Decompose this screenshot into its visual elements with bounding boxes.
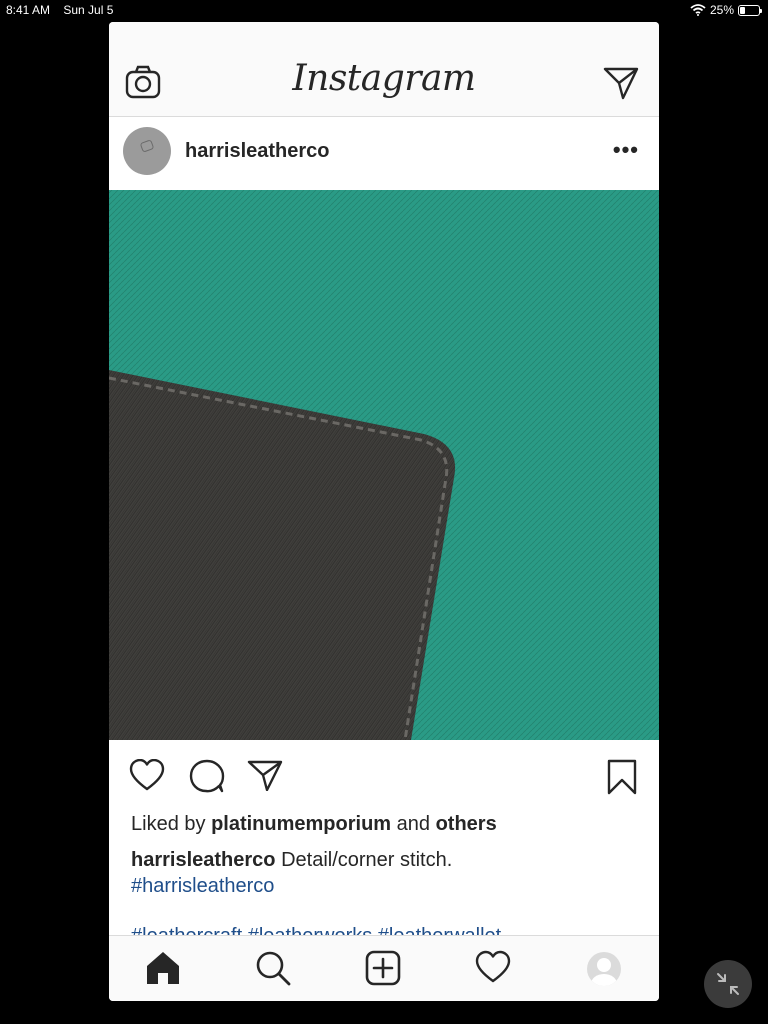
profile-avatar[interactable] — [587, 952, 621, 986]
bookmark-icon[interactable] — [607, 759, 637, 795]
likes-others-link[interactable]: others — [436, 813, 497, 835]
battery-level — [740, 6, 745, 14]
likes-and: and — [396, 813, 431, 835]
activity-heart-icon[interactable] — [475, 950, 511, 984]
likes-line: Liked by platinumemporium and others — [131, 813, 497, 836]
exit-fullscreen-button[interactable] — [704, 960, 752, 1008]
instagram-app: Instagram harrisleatherco ••• Liked by p… — [109, 22, 659, 1001]
status-date: Sun Jul 5 — [63, 3, 114, 17]
instagram-logo: Instagram — [292, 58, 476, 99]
comment-icon[interactable] — [189, 759, 225, 793]
caption-text: Detail/corner stitch. — [281, 849, 453, 871]
search-icon[interactable] — [255, 950, 291, 986]
post-caption: harrisleatherco Detail/corner stitch. #h… — [131, 847, 641, 899]
status-time: 8:41 AM — [6, 3, 51, 17]
post-username[interactable]: harrisleatherco — [185, 140, 330, 163]
caption-username[interactable]: harrisleatherco — [131, 849, 276, 871]
caption-hashtag[interactable]: #harrisleatherco — [131, 875, 274, 897]
post-actions — [109, 740, 659, 818]
heart-icon[interactable] — [129, 759, 165, 791]
avatar-head — [597, 958, 611, 972]
app-header: Instagram — [109, 22, 659, 117]
status-bar: 8:41 AM Sun Jul 5 25% — [0, 0, 768, 20]
battery-icon — [738, 4, 762, 16]
shrink-arrows-icon — [717, 973, 739, 995]
status-right: 25% — [690, 3, 762, 17]
bottom-tab-bar — [109, 935, 659, 1001]
liked-by-user[interactable]: platinumemporium — [211, 813, 391, 835]
direct-message-icon[interactable] — [603, 66, 639, 100]
wifi-icon — [690, 4, 706, 16]
post-photo[interactable] — [109, 190, 659, 740]
post-avatar[interactable] — [123, 127, 171, 175]
more-options-icon[interactable]: ••• — [613, 137, 639, 163]
battery-percent: 25% — [709, 3, 734, 17]
leather-detail-image — [109, 190, 659, 740]
avatar-logo — [139, 139, 155, 153]
avatar-body — [591, 974, 617, 986]
share-icon[interactable] — [247, 759, 283, 791]
post-header: harrisleatherco ••• — [109, 117, 659, 190]
likes-prefix: Liked by — [131, 813, 206, 835]
home-icon[interactable] — [145, 950, 181, 986]
status-left: 8:41 AM Sun Jul 5 — [6, 3, 123, 17]
add-post-icon[interactable] — [365, 950, 401, 986]
